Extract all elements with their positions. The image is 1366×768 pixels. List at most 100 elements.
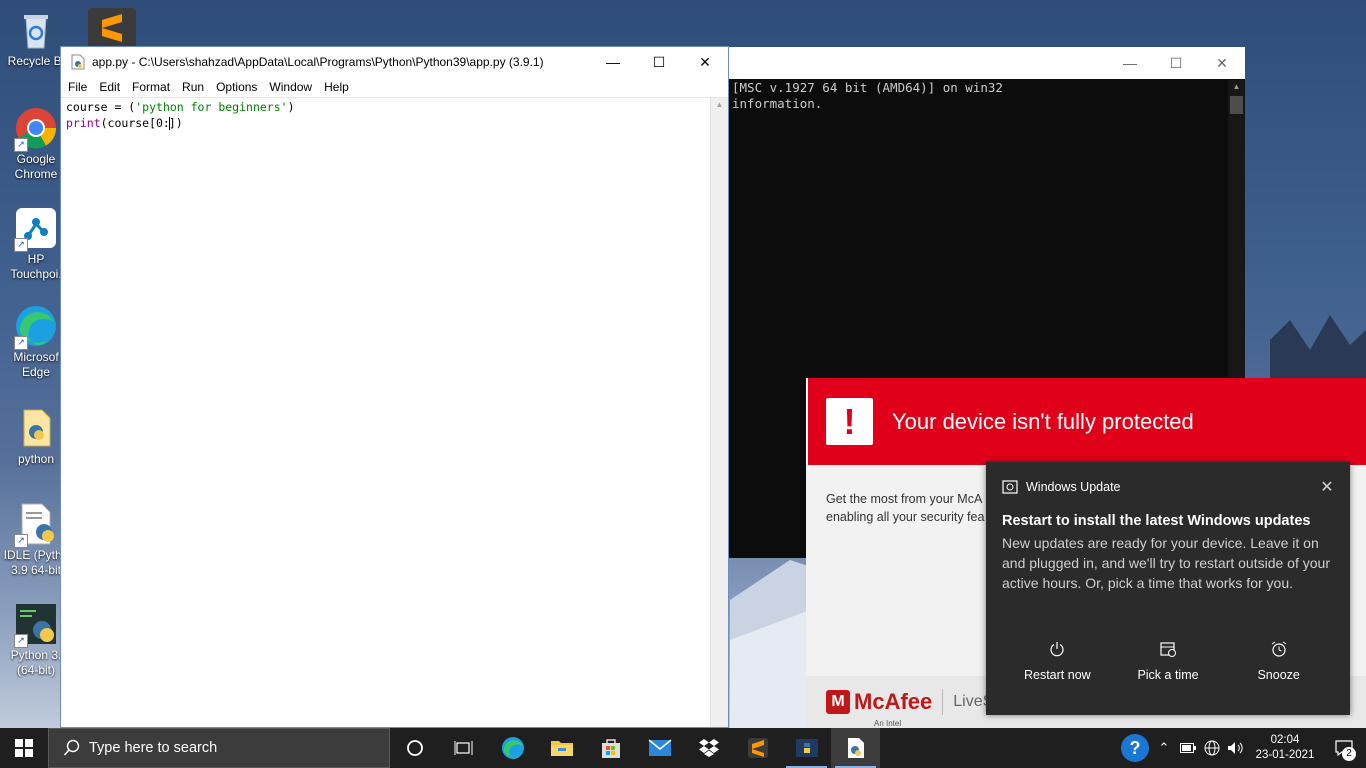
code-line: course = ('python for beginners') bbox=[66, 99, 706, 115]
speaker-icon bbox=[1228, 742, 1243, 754]
dropbox-icon bbox=[698, 739, 719, 757]
toast-actions: Restart now Pick a time Snooze bbox=[1002, 638, 1334, 698]
taskbar-mail[interactable] bbox=[635, 728, 684, 768]
toast-header: Windows Update ✕ bbox=[986, 462, 1350, 512]
notification-count-badge: 2 bbox=[1342, 747, 1356, 761]
svg-text:?: ? bbox=[1130, 738, 1141, 758]
idle-icon: ↗ bbox=[14, 502, 58, 548]
clock-time: 02:04 bbox=[1270, 734, 1300, 746]
menu-window[interactable]: Window bbox=[263, 80, 318, 94]
code-text: (course[0: bbox=[100, 116, 170, 130]
power-icon bbox=[1002, 640, 1113, 668]
search-placeholder: Type here to search bbox=[89, 740, 218, 756]
show-hidden-icons-button[interactable]: ⌃ bbox=[1152, 728, 1176, 768]
action-label: Pick a time bbox=[1137, 668, 1199, 682]
taskbar-dropbox[interactable] bbox=[684, 728, 733, 768]
shortcut-arrow-icon: ↗ bbox=[14, 238, 28, 252]
toast-body: New updates are ready for your device. L… bbox=[1002, 535, 1330, 591]
mcafee-logo: M McAfee An Intel Company bbox=[826, 689, 932, 737]
code-text: ]) bbox=[168, 116, 183, 130]
alarm-clock-icon bbox=[1223, 640, 1334, 668]
python-file-icon bbox=[71, 54, 85, 70]
taskbar-microsoft-store[interactable] bbox=[586, 728, 635, 768]
idle-editor-window[interactable]: app.py - C:\Users\shahzad\AppData\Local\… bbox=[60, 46, 729, 728]
divider bbox=[942, 689, 944, 715]
minimize-button[interactable]: — bbox=[1107, 48, 1153, 78]
help-tray-button[interactable]: ? bbox=[1118, 728, 1152, 768]
start-button[interactable] bbox=[0, 728, 48, 768]
close-icon[interactable]: ✕ bbox=[1312, 477, 1342, 497]
taskbar: Type here to search ? ⌃ 02:04 23-01-2021… bbox=[0, 728, 1366, 768]
toast-title: Restart to install the latest Windows up… bbox=[1002, 513, 1311, 529]
shortcut-arrow-icon: ↗ bbox=[14, 336, 28, 350]
menu-options[interactable]: Options bbox=[210, 80, 263, 94]
console-titlebar[interactable]: — ☐ ✕ bbox=[729, 47, 1245, 79]
maximize-button[interactable]: ☐ bbox=[636, 47, 682, 77]
chevron-up-icon: ⌃ bbox=[1158, 740, 1170, 755]
menu-format[interactable]: Format bbox=[126, 80, 176, 94]
taskbar-file-explorer[interactable] bbox=[537, 728, 586, 768]
calendar-icon bbox=[1113, 640, 1224, 668]
keyword: print bbox=[66, 116, 101, 130]
sublime-text-icon bbox=[102, 14, 122, 42]
battery-icon bbox=[1180, 743, 1196, 753]
editor-titlebar[interactable]: app.py - C:\Users\shahzad\AppData\Local\… bbox=[61, 47, 728, 77]
code-editor[interactable]: course = ('python for beginners') print(… bbox=[61, 98, 711, 727]
action-center-button[interactable]: 2 bbox=[1322, 728, 1366, 768]
menu-run[interactable]: Run bbox=[176, 80, 210, 94]
warning-icon: ! bbox=[826, 398, 873, 445]
taskbar-clock[interactable]: 02:04 23-01-2021 bbox=[1248, 733, 1322, 763]
python-file-icon bbox=[14, 406, 58, 450]
taskbar-edge[interactable] bbox=[488, 728, 537, 768]
python-icon: ↗ bbox=[14, 602, 58, 648]
volume-tray-button[interactable] bbox=[1224, 728, 1248, 768]
code-text: ) bbox=[287, 100, 295, 114]
action-label: Restart now bbox=[1023, 668, 1091, 682]
search-icon bbox=[63, 739, 80, 756]
idle-icon bbox=[847, 738, 864, 758]
taskbar-sublime-text[interactable] bbox=[733, 728, 782, 768]
system-tray: ? ⌃ 02:04 23-01-2021 2 bbox=[1118, 728, 1366, 768]
windows-update-icon bbox=[1002, 480, 1018, 494]
windows-update-toast[interactable]: Windows Update ✕ Restart to install the … bbox=[986, 462, 1350, 715]
shortcut-arrow-icon: ↗ bbox=[14, 534, 28, 548]
snooze-button[interactable]: Snooze bbox=[1223, 638, 1334, 698]
action-label: Snooze bbox=[1257, 668, 1300, 682]
taskbar-python-console[interactable] bbox=[782, 728, 831, 768]
pick-a-time-button[interactable]: Pick a time bbox=[1113, 638, 1224, 698]
restart-now-button[interactable]: Restart now bbox=[1002, 638, 1113, 698]
menu-edit[interactable]: Edit bbox=[93, 80, 126, 94]
task-view-button[interactable] bbox=[439, 728, 488, 768]
string-literal: 'python for beginners' bbox=[135, 100, 288, 114]
close-button[interactable]: ✕ bbox=[1199, 48, 1245, 78]
taskbar-search-box[interactable]: Type here to search bbox=[48, 728, 390, 768]
network-tray-button[interactable] bbox=[1200, 728, 1224, 768]
close-button[interactable]: ✕ bbox=[682, 47, 728, 77]
cortana-icon bbox=[406, 740, 423, 756]
windows-logo-icon bbox=[15, 739, 33, 757]
taskbar-idle[interactable] bbox=[831, 728, 880, 768]
menu-bar: File Edit Format Run Options Window Help bbox=[61, 77, 728, 98]
mcafee-shield-icon: M bbox=[826, 690, 850, 714]
help-question-icon: ? bbox=[1121, 734, 1149, 762]
clock-date: 23-01-2021 bbox=[1255, 749, 1315, 761]
minimize-button[interactable]: — bbox=[590, 47, 636, 77]
battery-tray-button[interactable] bbox=[1176, 728, 1200, 768]
editor-scrollbar[interactable]: ▲ bbox=[710, 98, 728, 727]
hp-touchpoint-icon: ↗ bbox=[14, 206, 58, 252]
sublime-text-icon bbox=[747, 738, 768, 758]
cortana-button[interactable] bbox=[390, 728, 439, 768]
recycle-bin-icon bbox=[14, 8, 58, 52]
chrome-icon: ↗ bbox=[14, 106, 58, 152]
python-icon bbox=[795, 739, 818, 757]
scrollbar-thumb[interactable] bbox=[1230, 96, 1243, 114]
window-title: app.py - C:\Users\shahzad\AppData\Local\… bbox=[92, 55, 544, 69]
shortcut-arrow-icon: ↗ bbox=[14, 138, 28, 152]
shortcut-arrow-icon: ↗ bbox=[14, 634, 28, 648]
menu-file[interactable]: File bbox=[62, 80, 93, 94]
maximize-button[interactable]: ☐ bbox=[1153, 48, 1199, 78]
scroll-up-arrow-icon[interactable]: ▲ bbox=[711, 98, 728, 112]
desktop-icon-sublime-text[interactable] bbox=[88, 8, 136, 46]
menu-help[interactable]: Help bbox=[318, 80, 355, 94]
scroll-up-arrow-icon[interactable]: ▲ bbox=[1228, 80, 1245, 94]
